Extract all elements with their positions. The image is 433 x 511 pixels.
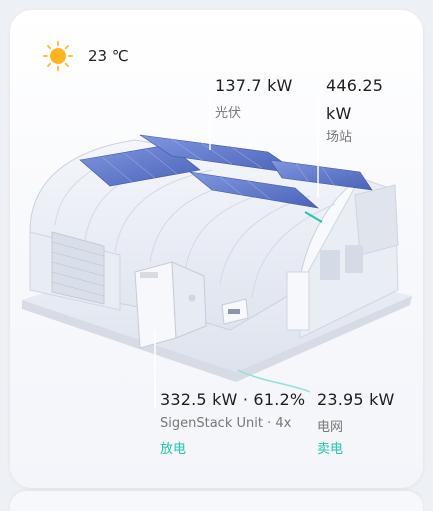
site-power-value: 446.25 xyxy=(326,76,384,95)
battery-unit-label: SigenStack Unit · 4x xyxy=(160,416,292,431)
weather-widget: 23 ℃ xyxy=(42,40,129,72)
site-label: 场站 xyxy=(326,130,353,145)
site-power-unit: kW xyxy=(326,104,352,123)
grid-power-value: 23.95 kW xyxy=(317,390,395,409)
solar-power-value: 137.7 kW xyxy=(215,76,293,95)
sun-icon xyxy=(42,40,74,72)
temperature-label: 23 ℃ xyxy=(88,47,129,65)
grid-connector xyxy=(237,369,311,393)
grid-label: 电网 xyxy=(317,420,344,435)
grid-status: 卖电 xyxy=(317,442,344,457)
battery-status: 放电 xyxy=(160,442,187,457)
grid-flow-line xyxy=(304,211,323,223)
battery-power-value: 332.5 kW · 61.2% xyxy=(160,390,306,409)
solar-label: 光伏 xyxy=(215,106,242,121)
